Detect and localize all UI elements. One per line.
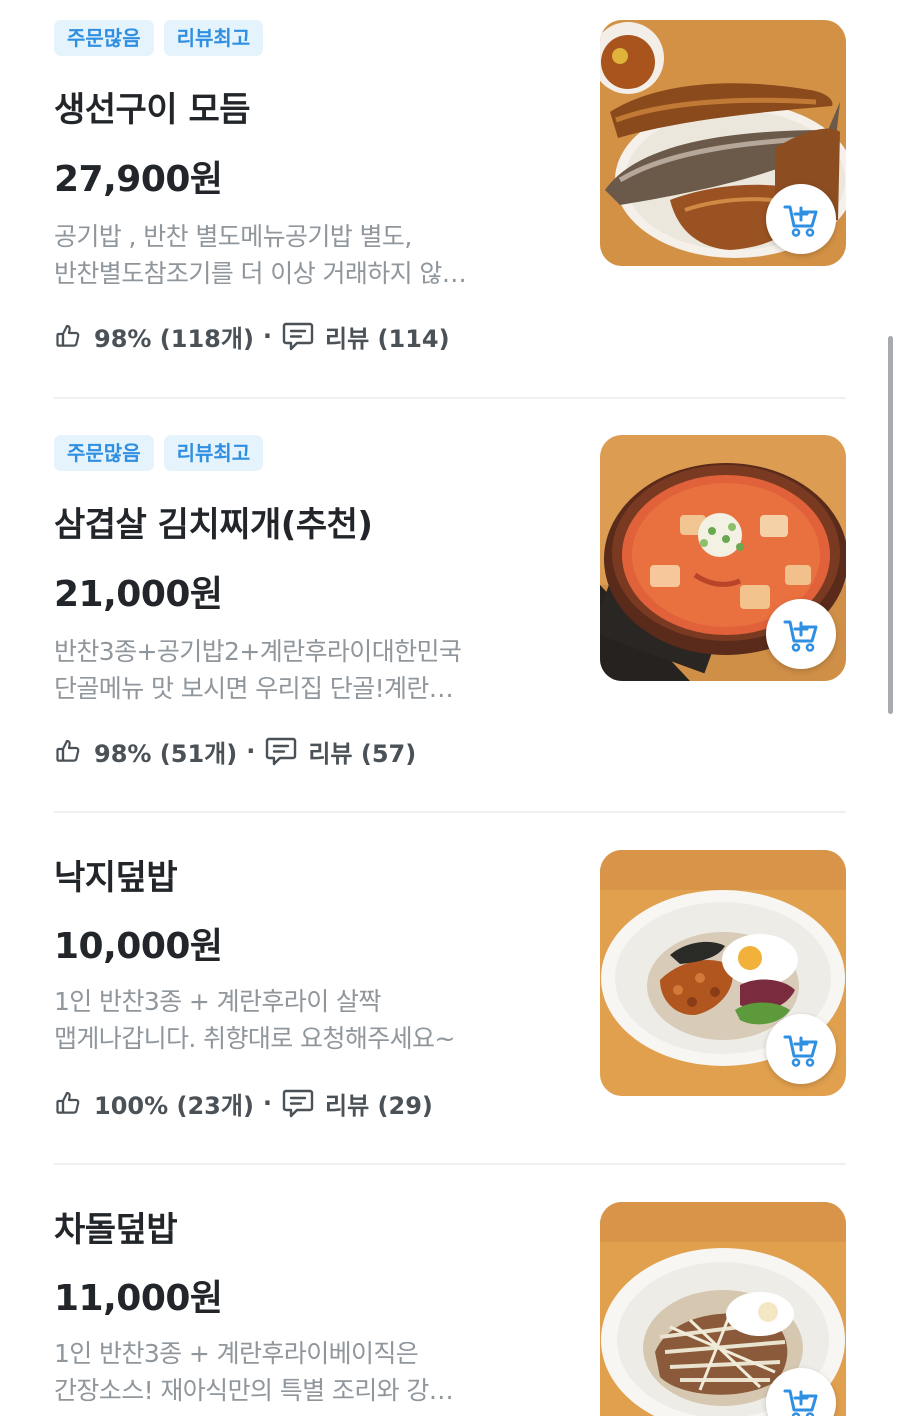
menu-item-stats: 98% (51개) · 리뷰 (57) xyxy=(54,731,416,771)
menu-item-name: 낙지덮밥 xyxy=(54,858,178,898)
review-count[interactable]: 리뷰 (29) xyxy=(325,1086,433,1121)
like-rate: 100% (23개) xyxy=(94,1091,254,1120)
divider xyxy=(54,1163,846,1165)
description-line: 단골메뉴 맛 보시면 우리집 단골!계란… xyxy=(54,674,454,703)
thumbs-up-icon xyxy=(54,1089,82,1117)
menu-item-description: 1인 반찬3종 + 계란후라이 살짝 맵게나갑니다. 취향대로 요청해주세요~ xyxy=(54,983,554,1057)
menu-item-description: 1인 반찬3종 + 계란후라이베이직은 간장소스! 재아식만의 특별 조리와 강… xyxy=(54,1335,554,1409)
scrollbar[interactable] xyxy=(888,336,893,714)
description-line: 1인 반찬3종 + 계란후라이베이직은 xyxy=(54,1339,419,1368)
menu-item[interactable]: 낙지덮밥 10,000원 1인 반찬3종 + 계란후라이 살짝 맵게나갑니다. … xyxy=(54,850,846,1130)
divider xyxy=(54,397,846,399)
badge-top-review: 리뷰최고 xyxy=(163,20,264,56)
menu-item-stats: 98% (118개) · 리뷰 (114) xyxy=(54,316,450,356)
description-line: 1인 반찬3종 + 계란후라이 살짝 xyxy=(54,987,381,1016)
menu-item-description: 공기밥 , 반찬 별도메뉴공기밥 별도, 반찬별도참조기를 더 이상 거래하지 … xyxy=(54,218,554,292)
menu-item[interactable]: 주문많음 리뷰최고 삼겹살 김치찌개(추천) 21,000원 반찬3종+공기밥2… xyxy=(54,435,846,780)
menu-item-image[interactable] xyxy=(600,435,846,681)
badge-group: 주문많음 리뷰최고 xyxy=(54,435,264,471)
thumbs-up-icon xyxy=(54,322,82,350)
description-line: 반찬별도참조기를 더 이상 거래하지 않… xyxy=(54,259,467,288)
separator-dot: · xyxy=(262,322,273,350)
separator-dot: · xyxy=(262,1089,273,1117)
add-to-cart-button[interactable] xyxy=(766,599,836,669)
menu-item-image[interactable] xyxy=(600,850,846,1096)
cart-add-icon xyxy=(781,1029,821,1069)
menu-item[interactable]: 주문많음 리뷰최고 생선구이 모듬 27,900원 공기밥 , 반찬 별도메뉴공… xyxy=(54,20,846,365)
cart-add-icon xyxy=(781,1383,821,1416)
like-rate: 98% (118개) xyxy=(94,324,254,353)
menu-item-price: 21,000원 xyxy=(54,574,223,615)
review-count[interactable]: 리뷰 (57) xyxy=(308,734,416,769)
chat-bubble-icon xyxy=(281,319,315,353)
add-to-cart-button[interactable] xyxy=(766,184,836,254)
menu-item-stats: 100% (23개) · 리뷰 (29) xyxy=(54,1083,433,1123)
review-count[interactable]: 리뷰 (114) xyxy=(325,319,450,354)
description-line: 반찬3종+공기밥2+계란후라이대한민국 xyxy=(54,637,462,666)
menu-item-name: 차돌덮밥 xyxy=(54,1210,178,1250)
add-to-cart-button[interactable] xyxy=(766,1014,836,1084)
menu-item-price: 11,000원 xyxy=(54,1278,223,1319)
menu-item-name: 삼겹살 김치찌개(추천) xyxy=(54,505,373,545)
menu-item-price: 10,000원 xyxy=(54,926,223,967)
description-line: 간장소스! 재아식만의 특별 조리와 강… xyxy=(54,1376,454,1405)
menu-item[interactable]: 차돌덮밥 11,000원 1인 반찬3종 + 계란후라이베이직은 간장소스! 재… xyxy=(54,1202,846,1416)
menu-item-description: 반찬3종+공기밥2+계란후라이대한민국 단골메뉴 맛 보시면 우리집 단골!계란… xyxy=(54,633,554,707)
chat-bubble-icon xyxy=(264,734,298,768)
description-line: 맵게나갑니다. 취향대로 요청해주세요~ xyxy=(54,1024,455,1053)
thumbs-up-icon xyxy=(54,737,82,765)
separator-dot: · xyxy=(246,737,256,765)
cart-add-icon xyxy=(781,614,821,654)
menu-item-name: 생선구이 모듬 xyxy=(54,90,251,130)
description-line: 공기밥 , 반찬 별도메뉴공기밥 별도, xyxy=(54,222,412,251)
badge-top-review: 리뷰최고 xyxy=(163,435,264,471)
like-rate: 98% (51개) xyxy=(94,739,238,768)
menu-item-image[interactable] xyxy=(600,20,846,266)
menu-item-price: 27,900원 xyxy=(54,159,223,200)
badge-popular: 주문많음 xyxy=(54,20,154,56)
badge-popular: 주문많음 xyxy=(54,435,154,471)
divider xyxy=(54,811,846,813)
chat-bubble-icon xyxy=(281,1086,315,1120)
menu-item-image[interactable] xyxy=(600,1202,846,1416)
cart-add-icon xyxy=(781,199,821,239)
badge-group: 주문많음 리뷰최고 xyxy=(54,20,264,56)
